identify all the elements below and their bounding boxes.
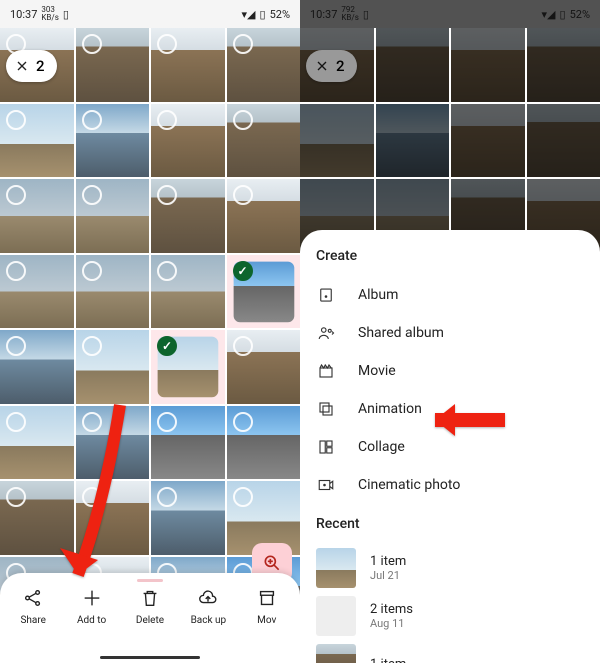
album-icon (316, 285, 336, 305)
archive-icon (256, 587, 278, 609)
recent-thumb (316, 644, 356, 663)
tutorial-arrow (410, 400, 510, 444)
menu-cinematic[interactable]: Cinematic photo (316, 466, 584, 504)
battery-icon: ▯ (560, 8, 566, 21)
battery-pct: 52% (270, 8, 290, 21)
collage-icon (316, 437, 336, 457)
headset-icon: ▯ (63, 8, 69, 21)
wifi-icon: ▾◢ (242, 8, 256, 21)
action-bar: Share Add to Delete Back up Mov (0, 573, 300, 663)
animation-icon (316, 399, 336, 419)
selection-pill[interactable]: 2 (6, 50, 57, 82)
status-bar: 10:37 792KB/s ▯ ▾◢ ▯ 52% (300, 0, 600, 28)
recent-title: Recent (316, 516, 584, 532)
backup-button[interactable]: Back up (179, 587, 237, 626)
move-button[interactable]: Mov (238, 587, 296, 626)
wifi-icon: ▾◢ (542, 8, 556, 21)
shared-album-icon (316, 323, 336, 343)
movie-icon (316, 361, 336, 381)
tutorial-arrow (50, 400, 130, 604)
check-icon[interactable] (233, 261, 253, 281)
status-bar: 10:37 303KB/s ▯ ▾◢ ▯ 52% (0, 0, 300, 28)
close-icon[interactable] (314, 58, 330, 74)
recent-item[interactable]: 1 itemJul 21 (316, 544, 584, 592)
cinematic-icon (316, 475, 336, 495)
check-icon[interactable] (157, 336, 177, 356)
selection-count: 2 (36, 57, 45, 75)
nav-handle[interactable] (100, 656, 200, 659)
sheet-title: Create (316, 248, 584, 264)
status-time: 10:37 (10, 8, 37, 21)
recent-thumb (316, 548, 356, 588)
recent-thumb (316, 596, 356, 636)
menu-shared-album[interactable]: Shared album (316, 314, 584, 352)
photo-selected[interactable] (227, 255, 301, 329)
screen-create-sheet: 10:37 792KB/s ▯ ▾◢ ▯ 52% 2 Create Album … (300, 0, 600, 663)
menu-movie[interactable]: Movie (316, 352, 584, 390)
photo-selected[interactable] (151, 330, 225, 404)
battery-icon: ▯ (260, 8, 266, 21)
magnify-plus-icon (262, 553, 282, 573)
trash-icon (139, 587, 161, 609)
create-sheet[interactable]: Create Album Shared album Movie Animatio… (300, 230, 600, 663)
cloud-up-icon (197, 587, 219, 609)
photo-grid[interactable] (0, 28, 300, 630)
recent-item[interactable]: 2 itemsAug 11 (316, 592, 584, 640)
selection-pill[interactable]: 2 (306, 50, 357, 82)
menu-album[interactable]: Album (316, 276, 584, 314)
share-icon (22, 587, 44, 609)
screen-selection: 10:37 303KB/s ▯ ▾◢ ▯ 52% 2 (0, 0, 300, 663)
headset-icon: ▯ (363, 8, 369, 21)
close-icon[interactable] (14, 58, 30, 74)
recent-item[interactable]: 1 item (316, 640, 584, 663)
